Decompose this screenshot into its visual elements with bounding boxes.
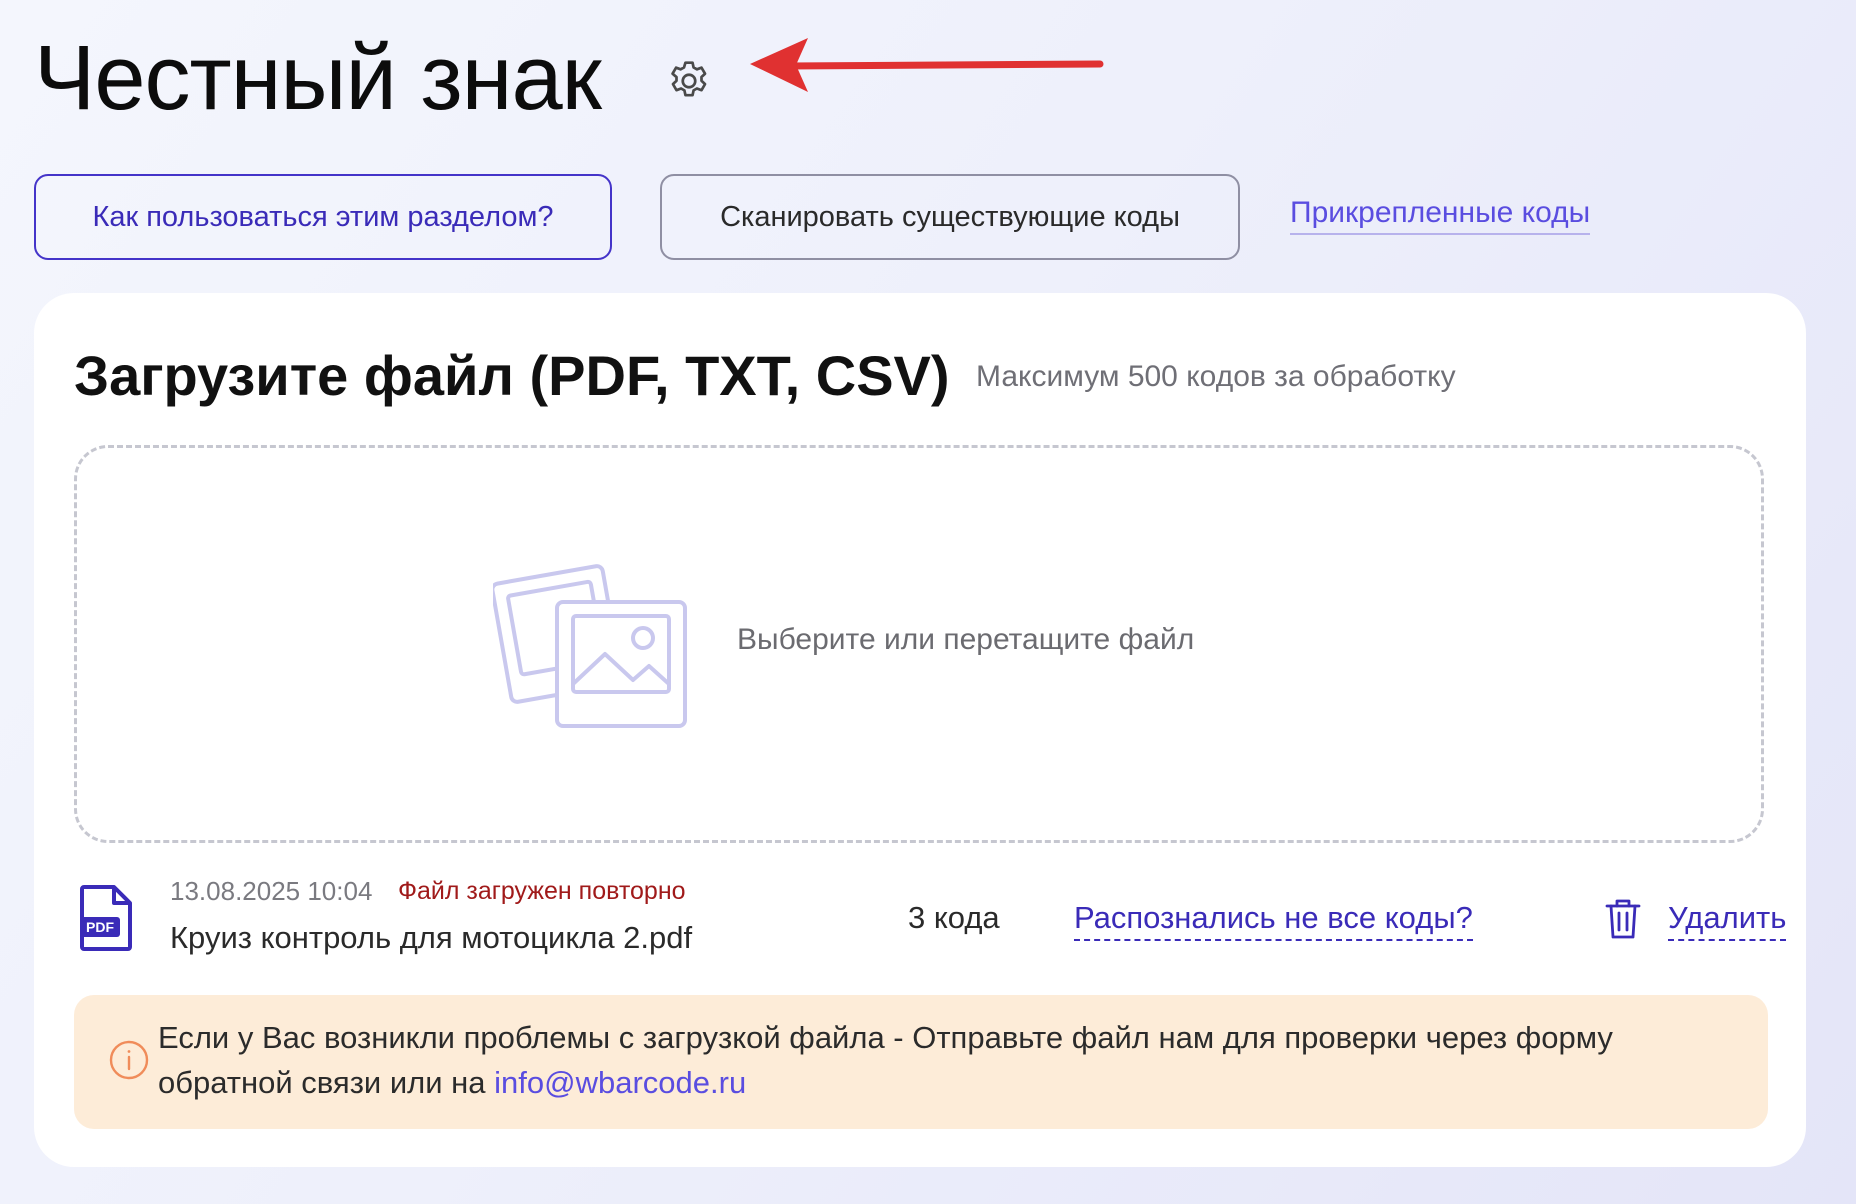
annotation-arrow-icon bbox=[750, 38, 1104, 92]
upload-card: Загрузите файл (PDF, TXT, CSV) Максимум … bbox=[34, 293, 1806, 1167]
file-dropzone[interactable]: Выберите или перетащите файл bbox=[74, 445, 1764, 843]
pdf-file-icon: PDF bbox=[80, 885, 132, 951]
image-placeholder-icon bbox=[493, 564, 687, 728]
info-icon bbox=[109, 1040, 149, 1080]
file-upload-date: 13.08.2025 10:04 bbox=[170, 876, 373, 906]
uploaded-file-row: PDF 13.08.2025 10:04 Файл загружен повто… bbox=[74, 873, 1787, 983]
dropzone-text: Выберите или перетащите файл bbox=[737, 623, 1195, 656]
scan-codes-button[interactable]: Сканировать существующие коды bbox=[660, 174, 1240, 260]
upload-title: Загрузите файл (PDF, TXT, CSV) bbox=[74, 344, 950, 407]
notice-message: Если у Вас возникли проблемы с загрузкой… bbox=[158, 1020, 1613, 1100]
gear-icon[interactable] bbox=[664, 56, 714, 106]
file-status: Файл загружен повторно bbox=[398, 877, 686, 905]
attached-codes-link[interactable]: Прикрепленные коды bbox=[1290, 196, 1591, 235]
notice-text: Если у Вас возникли проблемы с загрузкой… bbox=[158, 1015, 1718, 1105]
file-name: Круиз контроль для мотоцикла 2.pdf bbox=[170, 920, 693, 955]
trash-icon[interactable] bbox=[1604, 897, 1642, 941]
delete-file-button[interactable]: Удалить bbox=[1668, 897, 1787, 941]
upload-limit-hint: Максимум 500 кодов за обработку bbox=[976, 360, 1456, 393]
page-title: Честный знак bbox=[34, 27, 602, 129]
pdf-icon-label: PDF bbox=[86, 919, 114, 935]
recognition-issue-link[interactable]: Распознались не все коды? bbox=[1074, 897, 1473, 941]
support-email-link[interactable]: info@wbarcode.ru bbox=[494, 1065, 746, 1100]
upload-notice: Если у Вас возникли проблемы с загрузкой… bbox=[74, 995, 1768, 1129]
file-code-count: 3 кода bbox=[908, 900, 1000, 935]
help-button[interactable]: Как пользоваться этим разделом? bbox=[34, 174, 612, 260]
